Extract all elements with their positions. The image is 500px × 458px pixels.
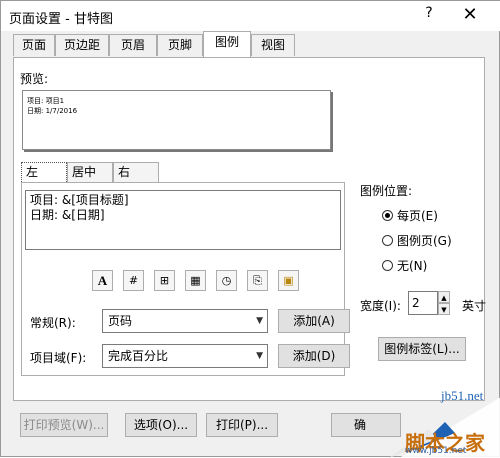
insert-page-count-icon[interactable]: ⊞ bbox=[154, 270, 175, 291]
legend-preview: 项目: 项目1 日期: 1/7/2016 bbox=[22, 90, 331, 150]
print-preview-button[interactable]: 打印预览(W)... bbox=[20, 413, 108, 437]
preview-line-project: 项目: 项目1 bbox=[27, 97, 65, 105]
width-spinner[interactable]: ▲ ▼ bbox=[438, 291, 450, 315]
chevron-down-icon: ▼ bbox=[256, 316, 263, 326]
tab-page[interactable]: 页面 bbox=[13, 34, 55, 56]
spin-up-icon[interactable]: ▲ bbox=[438, 291, 450, 303]
legend-text-group: 项目: &[项目标题] 日期: &[日期] A # ⊞ ▦ ◷ ⎘ ▣ 常规(R… bbox=[21, 182, 350, 376]
radio-none-label[interactable]: 无(N) bbox=[397, 257, 427, 274]
window-title: 页面设置 - 甘特图 bbox=[9, 12, 113, 27]
tab-center[interactable]: 居中 bbox=[67, 162, 113, 182]
width-unit: 英寸 bbox=[462, 299, 487, 313]
insert-time-icon[interactable]: ◷ bbox=[216, 270, 237, 291]
page-setup-dialog: 页面设置 - 甘特图 ? ✕ 页面 页边距 页眉 页脚 图例 视图 预览: 项目… bbox=[0, 0, 500, 458]
editor-line-date: 日期: &[日期] bbox=[30, 208, 105, 222]
insert-file-name-icon[interactable]: ⎘ bbox=[247, 270, 268, 291]
project-field-select-value: 完成百分比 bbox=[108, 349, 169, 363]
legend-tab-panel: 预览: 项目: 项目1 日期: 1/7/2016 左 居中 右 项目: &[项目… bbox=[13, 57, 487, 401]
legend-labels-button[interactable]: 图例标签(L)... bbox=[378, 337, 466, 361]
preview-label: 预览: bbox=[20, 72, 49, 86]
general-select-value: 页码 bbox=[108, 314, 133, 328]
print-button[interactable]: 打印(P)... bbox=[206, 413, 278, 437]
options-button[interactable]: 选项(O)... bbox=[125, 413, 197, 437]
tab-footer[interactable]: 页脚 bbox=[157, 34, 203, 56]
insert-date-icon[interactable]: ▦ bbox=[185, 270, 206, 291]
watermark-brand: jb51.net bbox=[441, 388, 484, 403]
chevron-down-icon: ▼ bbox=[256, 351, 263, 361]
legend-text-editor[interactable]: 项目: &[项目标题] 日期: &[日期] bbox=[25, 190, 341, 250]
close-button[interactable]: ✕ bbox=[460, 4, 480, 25]
radio-legend-page-label[interactable]: 图例页(G) bbox=[397, 232, 452, 249]
tab-right[interactable]: 右 bbox=[113, 162, 159, 182]
radio-every-page[interactable] bbox=[382, 210, 393, 221]
tab-margins[interactable]: 页边距 bbox=[55, 34, 109, 56]
project-field-select[interactable]: 完成百分比 ▼ bbox=[102, 344, 268, 368]
radio-none[interactable] bbox=[382, 260, 393, 271]
help-button[interactable]: ? bbox=[421, 5, 437, 25]
width-label: 宽度(I): bbox=[360, 299, 401, 313]
insert-page-number-icon[interactable]: # bbox=[123, 270, 144, 291]
insert-picture-icon[interactable]: ▣ bbox=[278, 270, 299, 291]
font-icon[interactable]: A bbox=[92, 270, 113, 291]
tab-left[interactable]: 左 bbox=[21, 162, 67, 182]
width-input[interactable]: 2 bbox=[408, 291, 438, 315]
watermark-url: www.jb51.net bbox=[405, 446, 467, 456]
project-field-label: 项目域(F): bbox=[30, 351, 87, 365]
radio-every-page-label[interactable]: 每页(E) bbox=[397, 207, 438, 224]
general-label: 常规(R): bbox=[30, 316, 76, 330]
legend-position-label: 图例位置: bbox=[360, 184, 413, 198]
tab-header[interactable]: 页眉 bbox=[109, 34, 157, 56]
tab-view[interactable]: 视图 bbox=[251, 34, 295, 56]
preview-line-date: 日期: 1/7/2016 bbox=[27, 107, 78, 115]
add-project-field-button[interactable]: 添加(D) bbox=[278, 344, 350, 368]
spin-down-icon[interactable]: ▼ bbox=[438, 303, 450, 315]
editor-line-project: 项目: &[项目标题] bbox=[30, 193, 129, 207]
title-bar: 页面设置 - 甘特图 ? ✕ bbox=[1, 1, 500, 31]
radio-legend-page[interactable] bbox=[382, 235, 393, 246]
tab-legend[interactable]: 图例 bbox=[203, 31, 251, 57]
general-select[interactable]: 页码 ▼ bbox=[102, 309, 268, 333]
add-general-button[interactable]: 添加(A) bbox=[278, 309, 350, 333]
